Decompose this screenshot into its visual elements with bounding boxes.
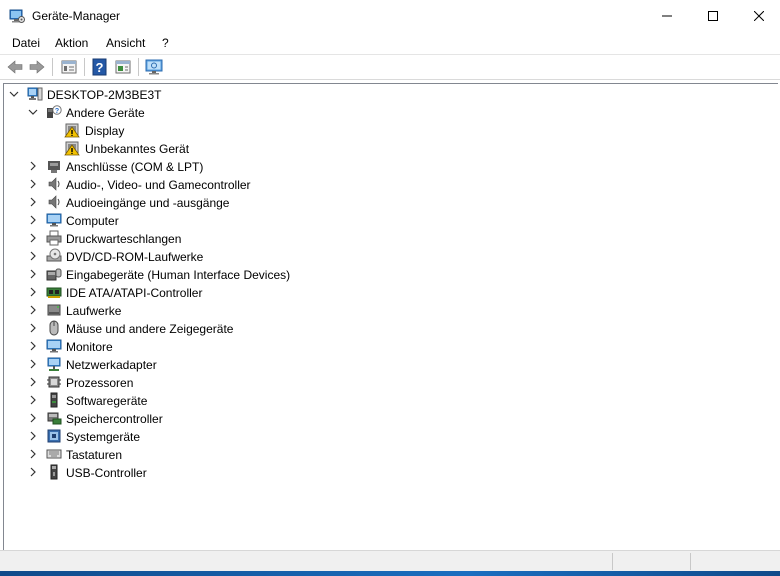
maximize-button[interactable] xyxy=(690,0,736,32)
status-divider xyxy=(690,553,691,570)
network-adapter-icon xyxy=(47,357,61,371)
chevron-right-icon[interactable] xyxy=(27,283,39,301)
keyboard-icon xyxy=(46,449,62,459)
minimize-button[interactable] xyxy=(644,0,690,32)
tree-node-label: Audioeingänge und -ausgänge xyxy=(66,196,230,210)
tree-node-label: Speichercontroller xyxy=(66,412,163,426)
toolbar: ? xyxy=(0,55,780,80)
chevron-right-icon[interactable] xyxy=(27,229,39,247)
status-bar xyxy=(0,550,780,572)
tree-node-label: Monitore xyxy=(66,340,113,354)
port-icon xyxy=(48,161,60,173)
chevron-right-icon[interactable] xyxy=(27,319,39,337)
chevron-right-icon[interactable] xyxy=(27,193,39,211)
toolbar-separator xyxy=(84,58,85,76)
chevron-right-icon[interactable] xyxy=(27,175,39,193)
minimize-icon xyxy=(662,15,672,17)
device-manager-window: Geräte-Manager Datei Aktion Ansicht ? ? … xyxy=(0,0,780,576)
title-bar[interactable]: Geräte-Manager xyxy=(0,0,780,32)
tree-node-label: Anschlüsse (COM & LPT) xyxy=(66,160,204,174)
svg-text:?: ? xyxy=(96,60,104,75)
back-arrow-icon[interactable] xyxy=(6,58,24,76)
speaker-icon xyxy=(48,195,60,209)
menu-datei[interactable]: Datei xyxy=(12,36,40,50)
chevron-right-icon[interactable] xyxy=(27,247,39,265)
view-icon[interactable] xyxy=(114,58,132,76)
chevron-right-icon[interactable] xyxy=(27,355,39,373)
properties-icon[interactable] xyxy=(60,58,78,76)
tree-node-label: Tastaturen xyxy=(66,448,123,462)
warning-device-icon xyxy=(64,141,80,156)
menu-aktion[interactable]: Aktion xyxy=(55,36,88,50)
tree-node-label: Netzwerkadapter xyxy=(66,358,157,372)
chevron-right-icon[interactable] xyxy=(27,373,39,391)
storage-controller-icon xyxy=(47,412,62,425)
chevron-down-icon[interactable] xyxy=(8,85,20,103)
tree-node-label: Mäuse und andere Zeigegeräte xyxy=(66,322,234,336)
computer-icon xyxy=(27,87,43,101)
chevron-right-icon[interactable] xyxy=(27,265,39,283)
hid-icon xyxy=(46,268,62,281)
tree-node-label: Systemgeräte xyxy=(66,430,141,444)
monitor-icon xyxy=(46,339,62,353)
menu-ansicht[interactable]: Ansicht xyxy=(106,36,145,50)
menu-help[interactable]: ? xyxy=(162,36,169,50)
computer-icon xyxy=(46,213,62,227)
chevron-down-icon[interactable] xyxy=(27,103,39,121)
menu-bar: Datei Aktion Ansicht ? xyxy=(0,32,780,55)
disk-drive-icon xyxy=(47,304,61,316)
tree-node-label: Druckwarteschlangen xyxy=(66,232,182,246)
mouse-icon xyxy=(49,320,59,336)
tree-node-label: Eingabegeräte (Human Interface Devices) xyxy=(66,268,291,282)
close-icon xyxy=(754,11,764,21)
tree-node-label: Softwaregeräte xyxy=(66,394,148,408)
chevron-right-icon[interactable] xyxy=(27,337,39,355)
software-device-icon xyxy=(50,392,58,408)
chevron-right-icon[interactable] xyxy=(27,211,39,229)
chevron-right-icon[interactable] xyxy=(27,427,39,445)
tree-node-label: DVD/CD-ROM-Laufwerke xyxy=(66,250,204,264)
chevron-right-icon[interactable] xyxy=(27,409,39,427)
help-icon[interactable]: ? xyxy=(91,58,109,76)
tree-node-label: Laufwerke xyxy=(66,304,122,318)
toolbar-separator xyxy=(138,58,139,76)
disc-drive-icon xyxy=(46,248,62,262)
tree-node-label: Computer xyxy=(66,214,119,228)
taskbar-edge xyxy=(0,571,780,576)
usb-icon xyxy=(50,464,58,480)
tree-node-label: Audio-, Video- und Gamecontroller xyxy=(66,178,251,192)
tree-root-label: DESKTOP-2M3BE3T xyxy=(47,88,162,102)
chevron-right-icon[interactable] xyxy=(27,301,39,319)
speaker-icon xyxy=(48,177,60,191)
close-button[interactable] xyxy=(736,0,780,32)
maximize-icon xyxy=(708,11,718,21)
chevron-right-icon[interactable] xyxy=(27,391,39,409)
chevron-right-icon[interactable] xyxy=(27,157,39,175)
monitor-scan-icon[interactable] xyxy=(145,58,163,76)
chevron-right-icon[interactable] xyxy=(27,463,39,481)
processor-icon xyxy=(47,376,61,388)
unknown-device-icon: ? xyxy=(47,105,62,118)
warning-device-icon xyxy=(64,123,80,138)
ide-controller-icon xyxy=(46,287,62,298)
toolbar-separator xyxy=(52,58,53,76)
device-manager-icon xyxy=(9,9,25,23)
tree-node-label: Display xyxy=(85,124,125,138)
tree-node-label: Prozessoren xyxy=(66,376,134,390)
printer-icon xyxy=(46,230,62,246)
window-title: Geräte-Manager xyxy=(32,9,121,23)
forward-arrow-icon[interactable] xyxy=(28,58,46,76)
tree-node-label: Unbekanntes Gerät xyxy=(85,142,190,156)
system-device-icon xyxy=(47,429,61,443)
chevron-right-icon[interactable] xyxy=(27,445,39,463)
tree-node-label: IDE ATA/ATAPI-Controller xyxy=(66,286,203,300)
tree-node-label: Andere Geräte xyxy=(66,106,145,120)
status-divider xyxy=(612,553,613,570)
svg-text:?: ? xyxy=(55,108,59,115)
tree-node-label: USB-Controller xyxy=(66,466,147,480)
